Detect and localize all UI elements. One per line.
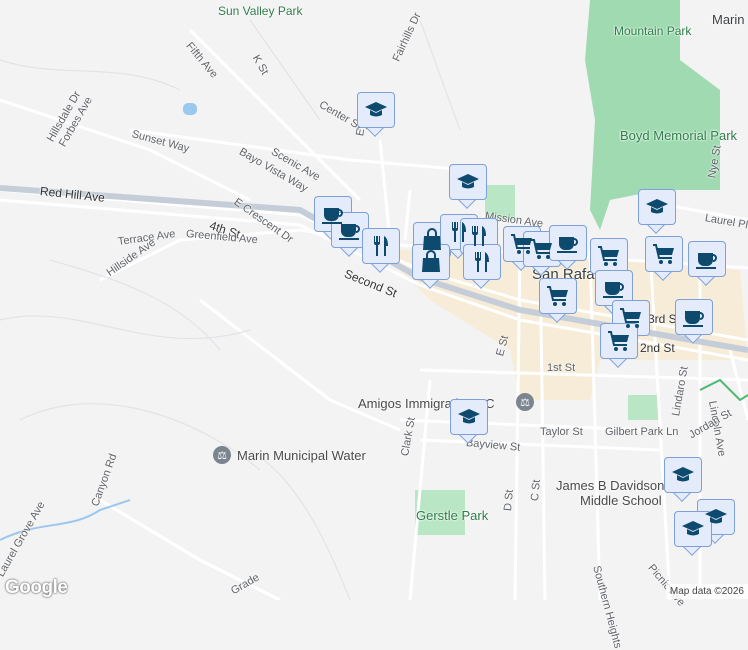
park-label: Boyd Memorial Park	[620, 128, 738, 143]
street-label: Gilbert Park Ln	[605, 426, 679, 438]
cart-icon	[653, 244, 674, 264]
marker-body	[357, 92, 395, 128]
park-label: Gerstle Park	[416, 508, 489, 523]
coffee-icon	[683, 311, 704, 327]
marker-body	[463, 244, 501, 280]
cart-icon	[547, 286, 568, 306]
poi-pin-icon[interactable]: ⚖	[213, 446, 231, 464]
marker-body	[539, 278, 577, 314]
restaurant-icon	[475, 252, 489, 272]
school-marker[interactable]	[664, 457, 702, 503]
restaurant-marker[interactable]	[362, 228, 400, 274]
cart-icon	[531, 239, 552, 259]
school-icon	[672, 467, 694, 482]
school-icon	[705, 509, 727, 524]
park-area	[628, 395, 658, 420]
school-marker[interactable]	[450, 399, 488, 445]
school-icon	[457, 174, 479, 189]
cart-icon	[598, 246, 619, 266]
marker-body	[590, 238, 628, 274]
cart-marker[interactable]	[539, 278, 577, 324]
shopping-icon	[422, 250, 440, 272]
marker-body	[449, 164, 487, 200]
coffee-icon	[557, 237, 578, 253]
marker-body	[675, 299, 713, 335]
coffee-icon	[339, 224, 360, 240]
poi-label[interactable]: James B Davidson	[556, 478, 664, 493]
school-icon	[646, 199, 668, 214]
park-label: Sun Valley Park	[218, 4, 303, 18]
school-marker[interactable]	[638, 189, 676, 235]
poi-pin-icon[interactable]: ⚖	[516, 393, 534, 411]
coffee-icon	[603, 282, 624, 298]
street-label: Taylor St	[540, 426, 583, 438]
marker-body	[450, 399, 488, 435]
marker-body	[664, 457, 702, 493]
street-label: C St	[529, 479, 543, 502]
school-marker[interactable]	[449, 164, 487, 210]
park-label: Mountain Park	[614, 24, 692, 38]
cart-marker[interactable]	[645, 236, 683, 282]
marker-body	[549, 225, 587, 261]
poi-label[interactable]: Marin Municipal Water	[237, 448, 366, 463]
street-label: D St	[502, 489, 516, 512]
coffee-icon	[696, 253, 717, 269]
school-icon	[365, 102, 387, 117]
school-icon	[682, 521, 704, 536]
marker-body	[645, 236, 683, 272]
lake	[183, 103, 197, 115]
marker-body	[638, 189, 676, 225]
poi-label[interactable]: Middle School	[580, 493, 662, 508]
coffee-marker[interactable]	[688, 241, 726, 287]
coffee-marker[interactable]	[675, 299, 713, 345]
school-marker[interactable]	[357, 92, 395, 138]
restaurant-icon	[472, 226, 486, 246]
cart-icon	[608, 331, 629, 351]
google-logo[interactable]: Google	[5, 577, 68, 599]
map-attribution[interactable]: Map data ©2026	[665, 584, 748, 599]
street-label: 1st St	[547, 362, 576, 374]
school-icon	[458, 409, 480, 424]
coffee-marker[interactable]	[549, 225, 587, 271]
place-label: Marin	[712, 12, 745, 27]
restaurant-marker[interactable]	[463, 244, 501, 290]
marker-body	[688, 241, 726, 277]
restaurant-icon	[374, 236, 388, 256]
marker-body	[362, 228, 400, 264]
